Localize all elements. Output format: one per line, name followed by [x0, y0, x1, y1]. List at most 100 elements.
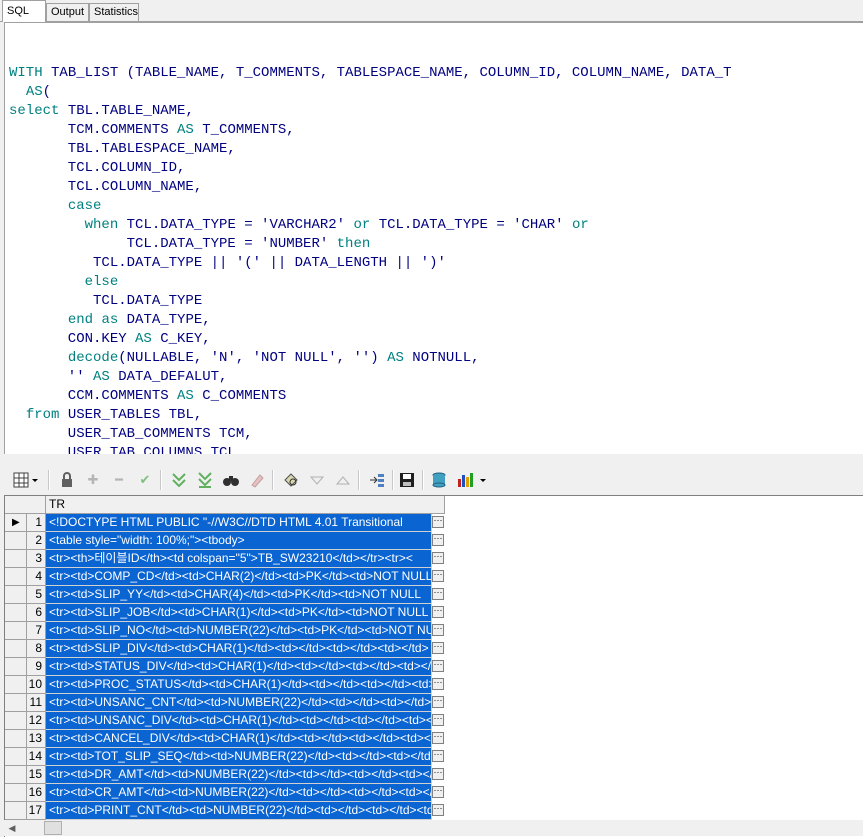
tr-cell[interactable]: <!DOCTYPE HTML PUBLIC "-//W3C//DTD HTML …	[46, 514, 432, 532]
sql-line[interactable]: '' AS DATA_DEFALUT,	[9, 368, 732, 387]
tr-cell[interactable]: <tr><td>UNSANC_CNT</td><td>NUMBER(22)</t…	[46, 694, 432, 712]
tr-cell[interactable]: <tr><td>SLIP_JOB</td><td>CHAR(1)</td><td…	[46, 604, 432, 622]
row-indicator[interactable]	[5, 802, 27, 820]
splitter[interactable]	[0, 454, 863, 464]
row-indicator[interactable]	[5, 640, 27, 658]
row-indicator[interactable]	[5, 550, 27, 568]
cell-editor-ellipsis-button[interactable]: ···	[432, 660, 444, 672]
tr-cell[interactable]: <tr><td>PRINT_CNT</td><td>NUMBER(22)</td…	[46, 802, 432, 820]
sql-line[interactable]: select TBL.TABLE_NAME,	[9, 102, 732, 121]
row-indicator[interactable]	[5, 658, 27, 676]
table-row[interactable]: ▶ 1 <!DOCTYPE HTML PUBLIC "-//W3C//DTD HTM…	[5, 514, 445, 532]
table-row[interactable]: 3 <tr><th>테이블ID</th><td colspan="5">TB_SW…	[5, 550, 445, 568]
table-row[interactable]: 9 <tr><td>STATUS_DIV</td><td>CHAR(1)</td>…	[5, 658, 445, 676]
tr-cell[interactable]: <tr><td>SLIP_DIV</td><td>CHAR(1)</td><td…	[46, 640, 432, 658]
cell-editor-ellipsis-button[interactable]: ···	[432, 768, 444, 780]
sql-line[interactable]: TCL.DATA_TYPE = 'NUMBER' then	[9, 235, 732, 254]
table-row[interactable]: 16 <tr><td>CR_AMT</td><td>NUMBER(22)</td>…	[5, 784, 445, 802]
cell-editor-ellipsis-button[interactable]: ···	[432, 588, 444, 600]
filter-down-icon[interactable]	[308, 471, 326, 489]
grid-menu-icon[interactable]	[12, 471, 40, 489]
sql-editor[interactable]: WITH TAB_LIST (TABLE_NAME, T_COMMENTS, T…	[4, 22, 863, 455]
tab-output[interactable]: Output	[46, 3, 89, 21]
tr-cell[interactable]: <tr><td>DR_AMT</td><td>NUMBER(22)</td><t…	[46, 766, 432, 784]
cell-editor-ellipsis-button[interactable]: ···	[432, 678, 444, 690]
post-edit-icon[interactable]: ✔	[136, 471, 154, 489]
table-row[interactable]: 7 <tr><td>SLIP_NO</td><td>NUMBER(22)</td>…	[5, 622, 445, 640]
cell-editor-ellipsis-button[interactable]: ···	[432, 552, 444, 564]
tr-cell[interactable]: <tr><th>테이블ID</th><td colspan="5">TB_SW2…	[46, 550, 432, 568]
table-row[interactable]: 10 <tr><td>PROC_STATUS</td><td>CHAR(1)</t…	[5, 676, 445, 694]
tr-cell[interactable]: <tr><td>COMP_CD</td><td>CHAR(2)</td><td>…	[46, 568, 432, 586]
sql-line[interactable]: TCL.DATA_TYPE || '(' || DATA_LENGTH || '…	[9, 254, 732, 273]
tr-cell[interactable]: <tr><td>STATUS_DIV</td><td>CHAR(1)</td><…	[46, 658, 432, 676]
export-icon[interactable]	[368, 471, 386, 489]
query-by-example-icon[interactable]	[282, 471, 300, 489]
sql-line[interactable]: TCL.DATA_TYPE	[9, 292, 732, 311]
sql-line[interactable]: TCL.COLUMN_NAME,	[9, 178, 732, 197]
tr-cell[interactable]: <tr><td>UNSANC_DIV</td><td>CHAR(1)</td><…	[46, 712, 432, 730]
cell-editor-ellipsis-button[interactable]: ···	[432, 750, 444, 762]
tr-cell[interactable]: <tr><td>PROC_STATUS</td><td>CHAR(1)</td>…	[46, 676, 432, 694]
table-row[interactable]: 8 <tr><td>SLIP_DIV</td><td>CHAR(1)</td><t…	[5, 640, 445, 658]
tr-cell[interactable]: <tr><td>SLIP_NO</td><td>NUMBER(22)</td><…	[46, 622, 432, 640]
table-row[interactable]: 11 <tr><td>UNSANC_CNT</td><td>NUMBER(22)<…	[5, 694, 445, 712]
find-icon[interactable]	[222, 471, 240, 489]
table-row[interactable]: 15 <tr><td>DR_AMT</td><td>NUMBER(22)</td>…	[5, 766, 445, 784]
database-icon[interactable]	[430, 471, 448, 489]
row-indicator[interactable]	[5, 586, 27, 604]
row-indicator[interactable]	[5, 532, 27, 550]
scrollbar-thumb[interactable]	[44, 821, 62, 835]
row-indicator[interactable]	[5, 766, 27, 784]
cell-editor-ellipsis-button[interactable]: ···	[432, 606, 444, 618]
table-row[interactable]: 17 <tr><td>PRINT_CNT</td><td>NUMBER(22)</…	[5, 802, 445, 820]
cell-editor-ellipsis-button[interactable]: ···	[432, 696, 444, 708]
sql-line[interactable]: else	[9, 273, 732, 292]
sql-line[interactable]: CCM.COMMENTS AS C_COMMENTS	[9, 387, 732, 406]
horizontal-scrollbar[interactable]: ◀	[4, 820, 863, 836]
cell-editor-ellipsis-button[interactable]: ···	[432, 624, 444, 636]
tr-cell[interactable]: <tr><td>CANCEL_DIV</td><td>CHAR(1)</td><…	[46, 730, 432, 748]
sql-line[interactable]: CON.KEY AS C_KEY,	[9, 330, 732, 349]
cell-editor-ellipsis-button[interactable]: ···	[432, 516, 444, 528]
cell-editor-ellipsis-button[interactable]: ···	[432, 786, 444, 798]
sql-code[interactable]: WITH TAB_LIST (TABLE_NAME, T_COMMENTS, T…	[9, 45, 732, 455]
table-row[interactable]: 4 <tr><td>COMP_CD</td><td>CHAR(2)</td><td…	[5, 568, 445, 586]
scroll-left-icon[interactable]: ◀	[4, 820, 20, 836]
column-header-tr[interactable]: TR	[46, 496, 445, 514]
row-indicator[interactable]	[5, 604, 27, 622]
tr-cell[interactable]: <table style="width: 100%;"><tbody>	[46, 532, 432, 550]
sql-line[interactable]: decode(NULLABLE, 'N', 'NOT NULL', '') AS…	[9, 349, 732, 368]
fetch-last-icon[interactable]	[196, 471, 214, 489]
tab-statistics[interactable]: Statistics	[89, 3, 139, 21]
table-row[interactable]: 5 <tr><td>SLIP_YY</td><td>CHAR(4)</td><td…	[5, 586, 445, 604]
save-icon[interactable]	[398, 471, 416, 489]
sql-line[interactable]: TBL.TABLESPACE_NAME,	[9, 140, 732, 159]
row-indicator[interactable]	[5, 694, 27, 712]
row-indicator[interactable]	[5, 748, 27, 766]
chart-icon[interactable]	[456, 471, 492, 489]
cell-editor-ellipsis-button[interactable]: ···	[432, 534, 444, 546]
lock-icon[interactable]	[58, 471, 76, 489]
row-indicator[interactable]	[5, 784, 27, 802]
cell-editor-ellipsis-button[interactable]: ···	[432, 642, 444, 654]
result-grid[interactable]: TR ▶ 1 <!DOCTYPE HTML PUBLIC "-//W3C//DTD …	[4, 495, 863, 837]
row-indicator[interactable]	[5, 712, 27, 730]
sql-line[interactable]: AS(	[9, 83, 732, 102]
cell-editor-ellipsis-button[interactable]: ···	[432, 714, 444, 726]
grid-corner[interactable]	[5, 496, 46, 514]
table-row[interactable]: 12 <tr><td>UNSANC_DIV</td><td>CHAR(1)</td…	[5, 712, 445, 730]
row-indicator[interactable]	[5, 730, 27, 748]
table-row[interactable]: 2 <table style="width: 100%;"><tbody> ···	[5, 532, 445, 550]
sql-line[interactable]: case	[9, 197, 732, 216]
cell-editor-ellipsis-button[interactable]: ···	[432, 732, 444, 744]
row-indicator[interactable]	[5, 568, 27, 586]
tab-sql[interactable]: SQL	[2, 0, 46, 22]
sql-line[interactable]: WITH TAB_LIST (TABLE_NAME, T_COMMENTS, T…	[9, 64, 732, 83]
row-indicator[interactable]: ▶	[5, 514, 27, 532]
fetch-next-icon[interactable]	[170, 471, 188, 489]
tr-cell[interactable]: <tr><td>TOT_SLIP_SEQ</td><td>NUMBER(22)<…	[46, 748, 432, 766]
cell-editor-ellipsis-button[interactable]: ···	[432, 804, 444, 816]
sql-line[interactable]: TCL.COLUMN_ID,	[9, 159, 732, 178]
clear-icon[interactable]	[248, 471, 266, 489]
